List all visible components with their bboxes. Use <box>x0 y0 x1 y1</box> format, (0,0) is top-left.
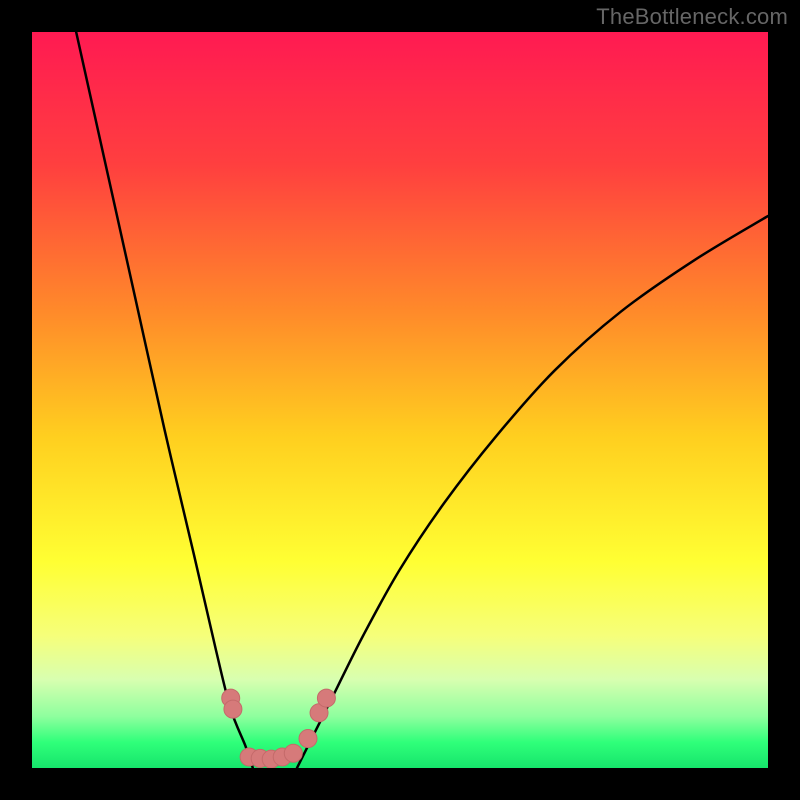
watermark-label: TheBottleneck.com <box>596 4 788 30</box>
curve-layer <box>32 32 768 768</box>
chart-canvas: TheBottleneck.com <box>0 0 800 800</box>
curve-left-branch <box>76 32 253 768</box>
data-marker <box>284 744 302 762</box>
curve-right-branch <box>297 216 768 768</box>
data-marker <box>299 730 317 748</box>
data-marker <box>317 689 335 707</box>
data-marker <box>224 700 242 718</box>
plot-area <box>32 32 768 768</box>
